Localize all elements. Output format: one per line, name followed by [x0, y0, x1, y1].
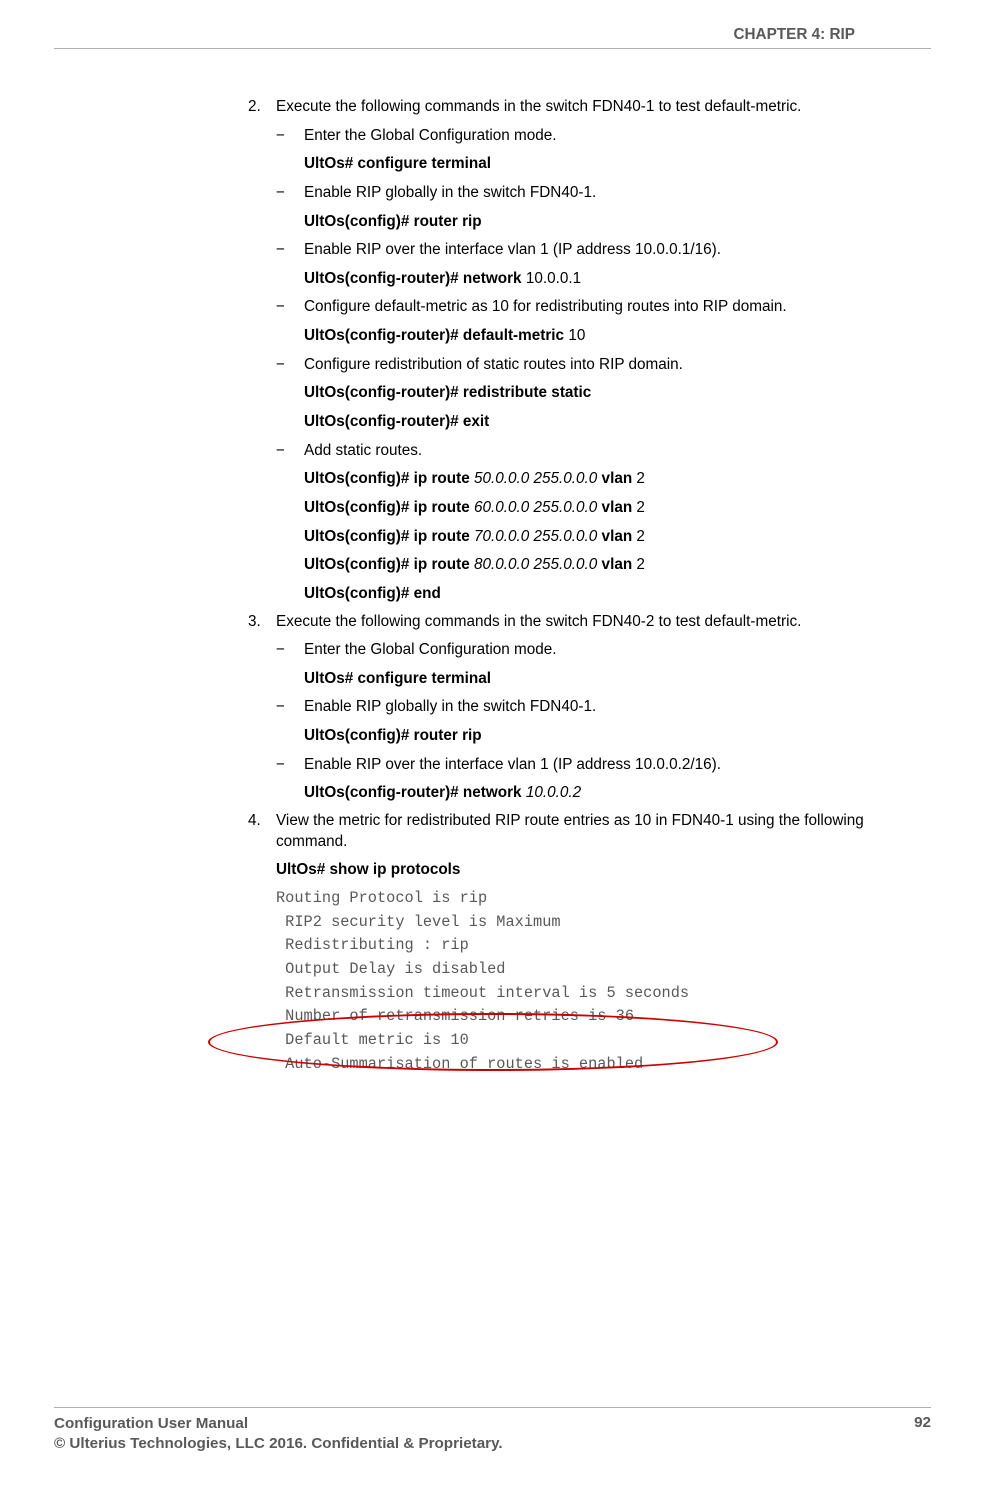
- step-2: 2. Execute the following commands in the…: [248, 97, 909, 118]
- output-wrapper: Routing Protocol is rip RIP2 security le…: [248, 887, 909, 1077]
- sub-item: − Enable RIP globally in the switch FDN4…: [276, 697, 909, 718]
- sub-text: Enable RIP globally in the switch FDN40-…: [304, 697, 909, 718]
- command-line: UltOs(config)# ip route 50.0.0.0 255.0.0…: [304, 469, 909, 490]
- content-area: 2. Execute the following commands in the…: [0, 49, 985, 1077]
- command-line: UltOs(config)# router rip: [304, 726, 909, 747]
- step-text: View the metric for redistributed RIP ro…: [276, 811, 909, 852]
- command-line: UltOs(config)# ip route 80.0.0.0 255.0.0…: [304, 555, 909, 576]
- sub-item: − Configure redistribution of static rou…: [276, 355, 909, 376]
- page-footer: Configuration User Manual © Ulterius Tec…: [54, 1407, 931, 1455]
- dash-icon: −: [276, 126, 304, 147]
- sub-item: − Enter the Global Configuration mode.: [276, 126, 909, 147]
- command-line: UltOs(config)# end: [304, 584, 909, 605]
- footer-copyright: © Ulterius Technologies, LLC 2016. Confi…: [54, 1434, 503, 1455]
- sub-text: Enable RIP globally in the switch FDN40-…: [304, 183, 909, 204]
- dash-icon: −: [276, 441, 304, 462]
- step-4: 4. View the metric for redistributed RIP…: [248, 811, 909, 852]
- step-number: 4.: [248, 811, 276, 852]
- sub-item: − Enter the Global Configuration mode.: [276, 640, 909, 661]
- page-header: CHAPTER 4: RIP: [54, 0, 931, 49]
- step-text: Execute the following commands in the sw…: [276, 612, 909, 633]
- dash-icon: −: [276, 183, 304, 204]
- command-line: UltOs(config-router)# exit: [304, 412, 909, 433]
- sub-item: − Enable RIP globally in the switch FDN4…: [276, 183, 909, 204]
- dash-icon: −: [276, 240, 304, 261]
- command-line: UltOs# configure terminal: [304, 669, 909, 690]
- step-number: 2.: [248, 97, 276, 118]
- sub-text: Enable RIP over the interface vlan 1 (IP…: [304, 240, 909, 261]
- dash-icon: −: [276, 640, 304, 661]
- command-line: UltOs(config-router)# redistribute stati…: [304, 383, 909, 404]
- command-line: UltOs(config)# ip route 70.0.0.0 255.0.0…: [304, 527, 909, 548]
- footer-manual-title: Configuration User Manual: [54, 1414, 503, 1435]
- step-3: 3. Execute the following commands in the…: [248, 612, 909, 633]
- command-line: UltOs(config-router)# default-metric 10: [304, 326, 909, 347]
- sub-text: Enable RIP over the interface vlan 1 (IP…: [304, 755, 909, 776]
- command-line: UltOs(config-router)# network 10.0.0.2: [304, 783, 909, 804]
- dash-icon: −: [276, 755, 304, 776]
- command-line: UltOs# configure terminal: [304, 154, 909, 175]
- sub-text: Enter the Global Configuration mode.: [304, 640, 909, 661]
- sub-text: Configure redistribution of static route…: [304, 355, 909, 376]
- command-line: UltOs(config)# router rip: [304, 212, 909, 233]
- sub-text: Configure default-metric as 10 for redis…: [304, 297, 909, 318]
- chapter-label: CHAPTER 4: RIP: [733, 26, 855, 43]
- step-text: Execute the following commands in the sw…: [276, 97, 909, 118]
- dash-icon: −: [276, 355, 304, 376]
- sub-text: Enter the Global Configuration mode.: [304, 126, 909, 147]
- sub-item: − Add static routes.: [276, 441, 909, 462]
- command-line: UltOs(config-router)# network 10.0.0.1: [304, 269, 909, 290]
- sub-item: − Enable RIP over the interface vlan 1 (…: [276, 755, 909, 776]
- command-line: UltOs# show ip protocols: [276, 860, 909, 881]
- dash-icon: −: [276, 297, 304, 318]
- footer-left: Configuration User Manual © Ulterius Tec…: [54, 1414, 503, 1455]
- step-number: 3.: [248, 612, 276, 633]
- footer-page-number: 92: [914, 1414, 931, 1455]
- sub-item: − Enable RIP over the interface vlan 1 (…: [276, 240, 909, 261]
- sub-text: Add static routes.: [304, 441, 909, 462]
- command-line: UltOs(config)# ip route 60.0.0.0 255.0.0…: [304, 498, 909, 519]
- sub-item: − Configure default-metric as 10 for red…: [276, 297, 909, 318]
- dash-icon: −: [276, 697, 304, 718]
- terminal-output: Routing Protocol is rip RIP2 security le…: [276, 887, 909, 1077]
